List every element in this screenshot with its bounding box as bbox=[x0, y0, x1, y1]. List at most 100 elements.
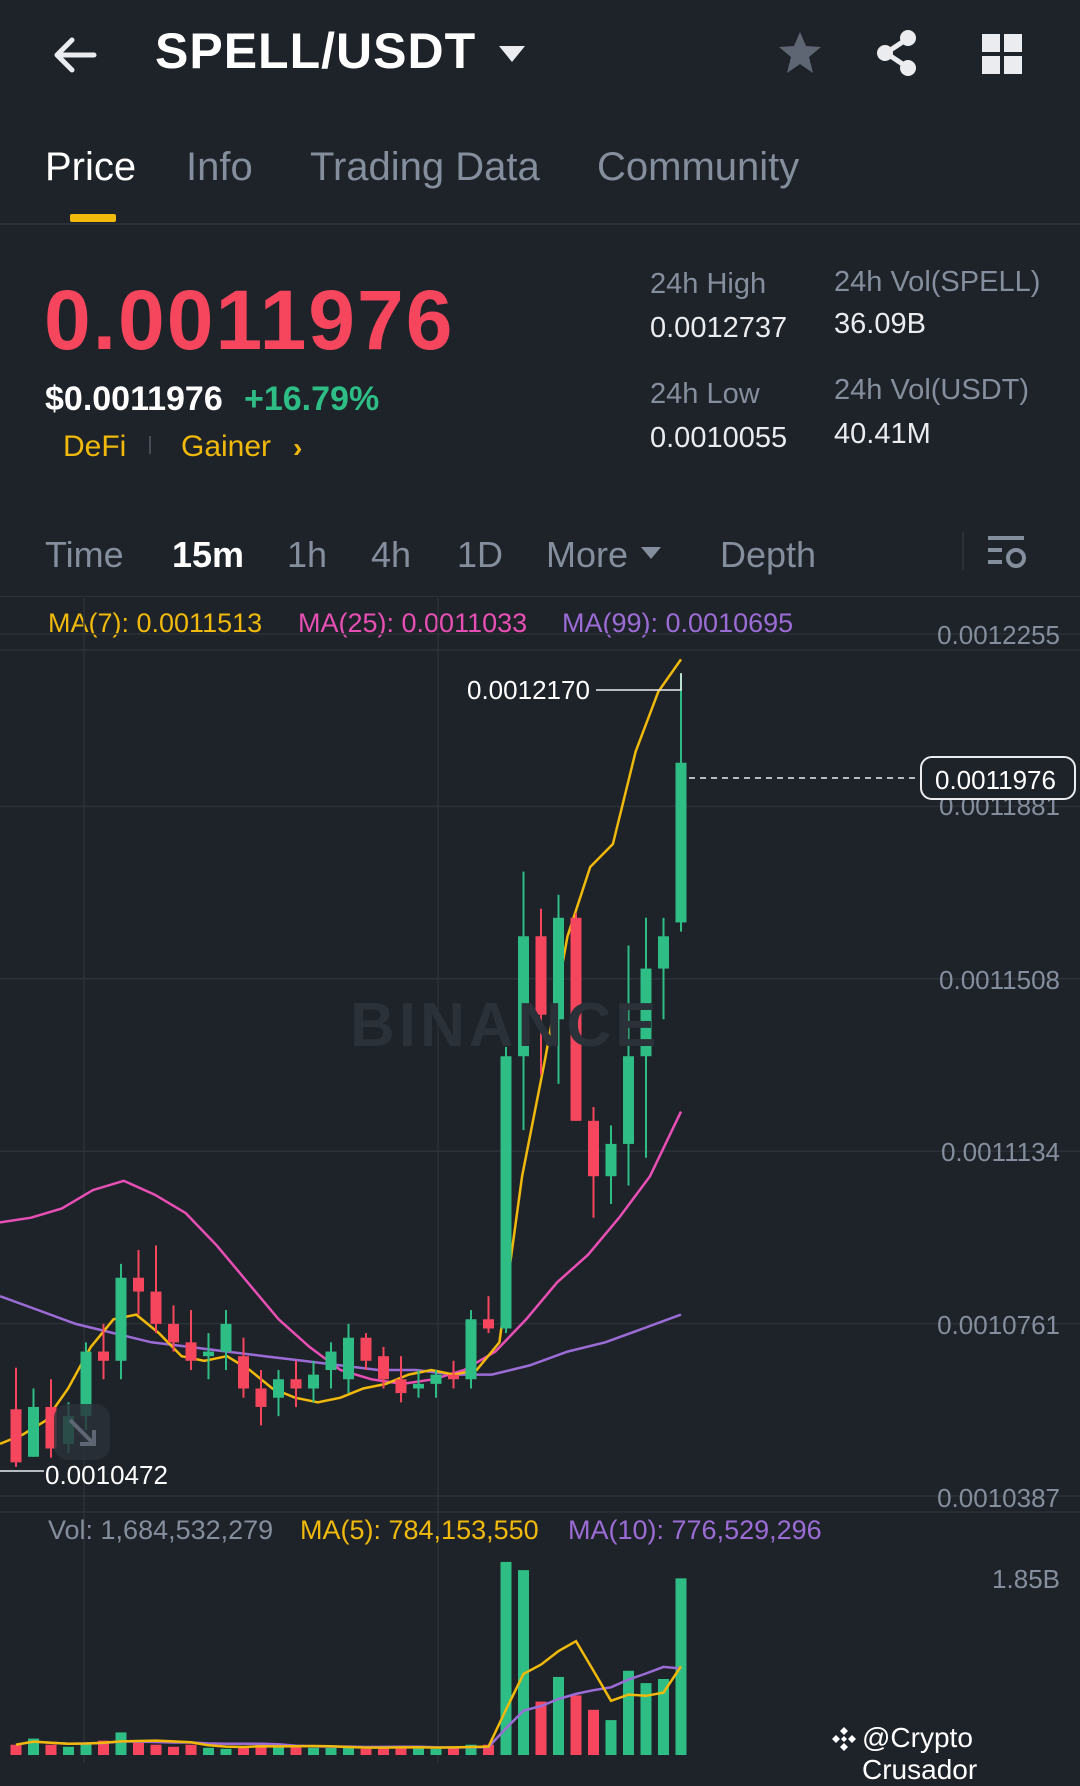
price-axis-label: 0.0011508 bbox=[939, 965, 1060, 995]
pair-title[interactable]: SPELL/USDT bbox=[155, 22, 476, 80]
candle-body bbox=[325, 1351, 337, 1371]
candle-body bbox=[220, 1323, 232, 1352]
candle-body bbox=[675, 762, 687, 923]
back-arrow-icon[interactable] bbox=[50, 30, 100, 80]
candle-body bbox=[28, 1406, 39, 1457]
candle-body bbox=[658, 936, 669, 969]
price-axis-label: 0.0011134 bbox=[940, 1137, 1060, 1167]
interval-1d[interactable]: 1D bbox=[457, 534, 503, 576]
vol-base-label: 24h Vol(SPELL) bbox=[834, 266, 1041, 298]
volume-bar bbox=[203, 1747, 214, 1755]
candle-body bbox=[413, 1383, 424, 1389]
watermark-text: BINANCE bbox=[350, 991, 661, 1060]
candle-body bbox=[483, 1319, 494, 1329]
volume-bar bbox=[168, 1746, 179, 1755]
candle-body bbox=[500, 1056, 512, 1329]
vol-base-value: 36.09B bbox=[834, 308, 926, 340]
candle-body bbox=[378, 1356, 389, 1380]
volume-bar bbox=[63, 1746, 74, 1755]
candle-body bbox=[133, 1277, 144, 1292]
chart-settings-icon[interactable] bbox=[986, 530, 1028, 574]
candle-body bbox=[115, 1277, 127, 1361]
tab-trading-data[interactable]: Trading Data bbox=[310, 145, 540, 190]
price-axis-label: 0.0010761 bbox=[937, 1310, 1060, 1340]
caret-down-icon[interactable] bbox=[640, 545, 662, 561]
candle-body bbox=[465, 1319, 477, 1380]
candle-body bbox=[203, 1351, 214, 1357]
current-price-label: 0.0011976 bbox=[935, 765, 1056, 795]
price-axis-label: 0.0012255 bbox=[937, 620, 1060, 650]
candle-body bbox=[343, 1337, 354, 1380]
candle-body bbox=[168, 1323, 179, 1343]
candle-body bbox=[150, 1291, 162, 1324]
volume-bar bbox=[45, 1744, 57, 1755]
attribution-text: @Crypto Crusador bbox=[862, 1722, 978, 1785]
active-tab-indicator bbox=[70, 214, 116, 222]
candle-body bbox=[308, 1374, 319, 1389]
low-value: 0.0010055 bbox=[650, 422, 788, 454]
price-axis-label: 0.0010387 bbox=[937, 1483, 1060, 1513]
high-marker-label: 0.0012170 bbox=[467, 675, 590, 705]
depth-tab[interactable]: Depth bbox=[720, 534, 816, 576]
volume-bar bbox=[360, 1748, 372, 1755]
volume-bar bbox=[535, 1701, 547, 1755]
candle-body bbox=[623, 1056, 634, 1144]
percent-change: +16.79% bbox=[244, 380, 380, 418]
tag-defi[interactable]: DeFi bbox=[63, 430, 126, 464]
tag-gainer[interactable]: Gainer bbox=[181, 430, 271, 464]
interval-15m[interactable]: 15m bbox=[172, 534, 244, 576]
tab-price[interactable]: Price bbox=[45, 145, 136, 190]
volume-ma10: MA(10): 776,529,296 bbox=[568, 1515, 822, 1545]
volume-bar bbox=[308, 1747, 319, 1755]
candle-body bbox=[98, 1351, 109, 1361]
volume-bar bbox=[150, 1744, 162, 1755]
interval-4h[interactable]: 4h bbox=[371, 534, 411, 576]
candle-body bbox=[360, 1337, 372, 1361]
candle-body bbox=[238, 1356, 249, 1389]
star-icon[interactable] bbox=[775, 28, 825, 78]
ma99-line bbox=[0, 1295, 682, 1376]
volume-bar bbox=[588, 1709, 599, 1755]
candle-body bbox=[395, 1379, 407, 1394]
candle-body bbox=[588, 1120, 599, 1177]
tabs-divider bbox=[0, 223, 1080, 225]
grid-icon[interactable] bbox=[980, 32, 1024, 76]
candle-body bbox=[430, 1374, 442, 1384]
expand-icon[interactable] bbox=[50, 1400, 114, 1464]
candle-body bbox=[185, 1342, 197, 1361]
volume-bar bbox=[220, 1748, 232, 1755]
interval-1h[interactable]: 1h bbox=[287, 534, 327, 576]
volume-bar bbox=[115, 1732, 127, 1755]
volume-value: Vol: 1,684,532,279 bbox=[48, 1515, 274, 1545]
volume-bar bbox=[553, 1676, 564, 1755]
candle-body bbox=[273, 1379, 284, 1398]
low-label: 24h Low bbox=[650, 378, 760, 410]
candle-body bbox=[10, 1409, 22, 1463]
volume-bar bbox=[448, 1747, 459, 1755]
volume-bar bbox=[185, 1744, 197, 1755]
interval-time[interactable]: Time bbox=[45, 534, 124, 576]
ma25-line bbox=[0, 1111, 683, 1386]
vol-quote-label: 24h Vol(USDT) bbox=[834, 374, 1030, 406]
interval-more[interactable]: More bbox=[546, 534, 628, 576]
volume-bar bbox=[623, 1670, 634, 1755]
volume-bar bbox=[518, 1570, 529, 1755]
chevron-right-icon[interactable]: › bbox=[293, 432, 302, 464]
tag-separator bbox=[149, 436, 151, 454]
candlestick-chart[interactable] bbox=[0, 598, 1080, 1763]
last-price: 0.0011976 bbox=[44, 273, 455, 367]
volume-bar bbox=[10, 1744, 22, 1755]
candle-body bbox=[255, 1388, 267, 1407]
volume-ma5: MA(5): 784,153,550 bbox=[300, 1515, 539, 1545]
tab-info[interactable]: Info bbox=[186, 145, 253, 190]
volume-bar bbox=[325, 1747, 337, 1755]
high-label: 24h High bbox=[650, 268, 767, 300]
candle-body bbox=[605, 1143, 617, 1177]
high-value: 0.0012737 bbox=[650, 312, 788, 344]
tab-community[interactable]: Community bbox=[597, 145, 799, 190]
interval-bar-divider bbox=[0, 596, 1080, 597]
usd-price: $0.0011976 bbox=[45, 380, 223, 418]
share-icon[interactable] bbox=[872, 28, 922, 78]
caret-down-icon[interactable] bbox=[497, 42, 527, 66]
volume-bar bbox=[430, 1748, 442, 1755]
